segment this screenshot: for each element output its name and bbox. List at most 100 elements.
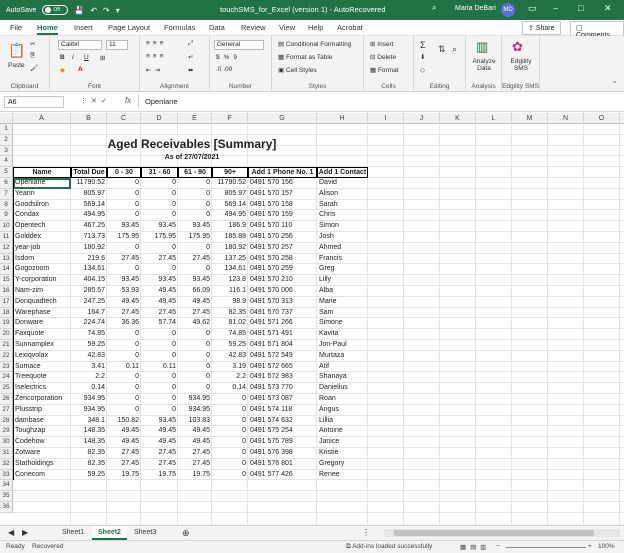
table-cell[interactable]: Chris [317, 210, 368, 221]
font-color-icon[interactable]: A [78, 66, 83, 73]
table-cell[interactable]: Gregory [317, 459, 368, 470]
table-cell[interactable]: 0491 570 006 [248, 286, 317, 297]
column-header-i[interactable]: I [368, 113, 404, 124]
table-cell[interactable]: 0491 570 157 [248, 189, 317, 200]
table-cell[interactable]: 0 [141, 383, 178, 394]
table-cell[interactable]: 0 [107, 243, 141, 254]
tab-insert[interactable]: Insert [74, 23, 93, 32]
table-cell[interactable]: 27.45 [107, 459, 141, 470]
table-cell[interactable]: year-job [13, 243, 71, 254]
format-cells-button[interactable]: ▦ Format [370, 66, 399, 74]
autosave-toggle[interactable]: Off [42, 5, 69, 15]
zoom-in-icon[interactable]: + [588, 543, 592, 550]
analyze-data-button[interactable]: Analyze Data [468, 58, 500, 72]
table-cell[interactable]: 0491 570 737 [248, 308, 317, 319]
horizontal-align-icons[interactable]: ≡≡≡ [146, 53, 166, 60]
row-header-22[interactable]: 22 [0, 350, 13, 362]
table-cell[interactable]: 934.95 [178, 405, 212, 416]
table-cell[interactable]: Sunnamplex [13, 340, 71, 351]
table-cell[interactable]: 93.45 [141, 221, 178, 232]
row-header-35[interactable]: 35 [0, 491, 13, 502]
table-cell[interactable]: 0491 570 257 [248, 243, 317, 254]
table-cell[interactable]: 247.25 [71, 297, 107, 308]
table-cell[interactable]: 0.14 [71, 383, 107, 394]
row-header-10[interactable]: 10 [0, 221, 13, 232]
table-cell[interactable]: 59.25 [71, 340, 107, 351]
paste-icon[interactable]: 📋 [8, 42, 25, 59]
table-cell[interactable]: 27.45 [178, 459, 212, 470]
insert-function-icon[interactable]: fx [125, 96, 131, 105]
table-cell[interactable]: 0 [107, 178, 141, 189]
table-cell[interactable]: Condax [13, 210, 71, 221]
table-cell[interactable]: Warephase [13, 308, 71, 319]
table-cell[interactable]: 175.95 [141, 232, 178, 243]
table-header-cell[interactable]: 0 - 30 [107, 167, 141, 178]
row-header-30[interactable]: 30 [0, 437, 13, 448]
table-cell[interactable]: Francis [317, 254, 368, 265]
wrap-text-icon[interactable]: ↵ [188, 53, 193, 61]
table-cell[interactable]: 467.25 [71, 221, 107, 232]
table-cell[interactable]: 49.45 [178, 437, 212, 448]
collapse-ribbon-icon[interactable]: ⌃ [612, 80, 617, 88]
table-cell[interactable]: 0 [178, 383, 212, 394]
table-cell[interactable]: 93.45 [141, 416, 178, 427]
table-cell[interactable]: Danielius [317, 383, 368, 394]
column-header-f[interactable]: F [212, 113, 248, 124]
table-cell[interactable]: Sumace [13, 362, 71, 373]
table-cell[interactable]: 186.9 [212, 221, 248, 232]
row-header-4[interactable]: 4 [0, 156, 13, 168]
table-cell[interactable]: 82.35 [71, 459, 107, 470]
column-header-b[interactable]: B [71, 113, 107, 124]
table-header-cell[interactable]: Name [13, 167, 71, 178]
table-cell[interactable]: 49.45 [141, 286, 178, 297]
table-cell[interactable]: 116.1 [212, 286, 248, 297]
cell-styles-button[interactable]: ▣ Cell Styles [278, 66, 317, 74]
table-cell[interactable]: 175.95 [107, 232, 141, 243]
vertical-align-icons[interactable]: ≡≡≡ [146, 40, 166, 47]
bold-button[interactable]: B [60, 54, 65, 61]
table-cell[interactable]: Isdom [13, 254, 71, 265]
table-cell[interactable]: 0 [178, 189, 212, 200]
row-header-16[interactable]: 16 [0, 286, 13, 297]
table-cell[interactable]: 66.09 [178, 286, 212, 297]
table-cell[interactable]: 569.14 [212, 200, 248, 211]
column-header-n[interactable]: N [548, 113, 584, 124]
table-cell[interactable]: 0 [178, 329, 212, 340]
table-header-cell[interactable]: 90+ [212, 167, 248, 178]
table-cell[interactable]: Sarah [317, 200, 368, 211]
table-cell[interactable]: 0 [178, 200, 212, 211]
table-cell[interactable]: 0 [141, 351, 178, 362]
table-cell[interactable]: Donquadtech [13, 297, 71, 308]
table-cell[interactable]: 11790.52 [212, 178, 248, 189]
ribbon-display-icon[interactable]: ▭ [528, 3, 537, 14]
table-cell[interactable]: Lilly [317, 275, 368, 286]
table-cell[interactable]: Golddex [13, 232, 71, 243]
report-title[interactable]: Aged Receivables [Summary] [72, 137, 312, 151]
table-cell[interactable]: Josh [317, 232, 368, 243]
table-cell[interactable]: 0 [178, 351, 212, 362]
row-header-32[interactable]: 32 [0, 458, 13, 470]
row-header-26[interactable]: 26 [0, 394, 13, 405]
table-cell[interactable]: Toughzap [13, 426, 71, 437]
fill-icon[interactable]: ⬇ [420, 53, 425, 61]
table-cell[interactable]: Nam-zim [13, 286, 71, 297]
table-cell[interactable]: 27.45 [107, 448, 141, 459]
table-cell[interactable]: 0491 575 254 [248, 426, 317, 437]
table-cell[interactable]: Goodsilron [13, 200, 71, 211]
delete-cells-button[interactable]: ⊟ Delete [370, 53, 396, 61]
table-cell[interactable]: Renee [317, 470, 368, 481]
table-cell[interactable]: Opentech [13, 221, 71, 232]
table-cell[interactable]: Alba [317, 286, 368, 297]
table-cell[interactable]: 93.45 [107, 221, 141, 232]
table-cell[interactable]: Zencorporation [13, 394, 71, 405]
table-cell[interactable]: 3.19 [212, 362, 248, 373]
tab-home[interactable]: Home [37, 23, 58, 35]
table-cell[interactable]: 0 [141, 394, 178, 405]
table-cell[interactable]: 348.1 [71, 416, 107, 427]
table-header-cell[interactable]: 61 - 90 [178, 167, 212, 178]
table-header-cell[interactable]: Add 1 Contact [317, 167, 368, 178]
table-cell[interactable]: 27.45 [178, 448, 212, 459]
orientation-icon[interactable]: ⤢ [188, 40, 193, 48]
table-cell[interactable]: 0 [178, 264, 212, 275]
horizontal-scrollbar[interactable] [384, 529, 620, 537]
